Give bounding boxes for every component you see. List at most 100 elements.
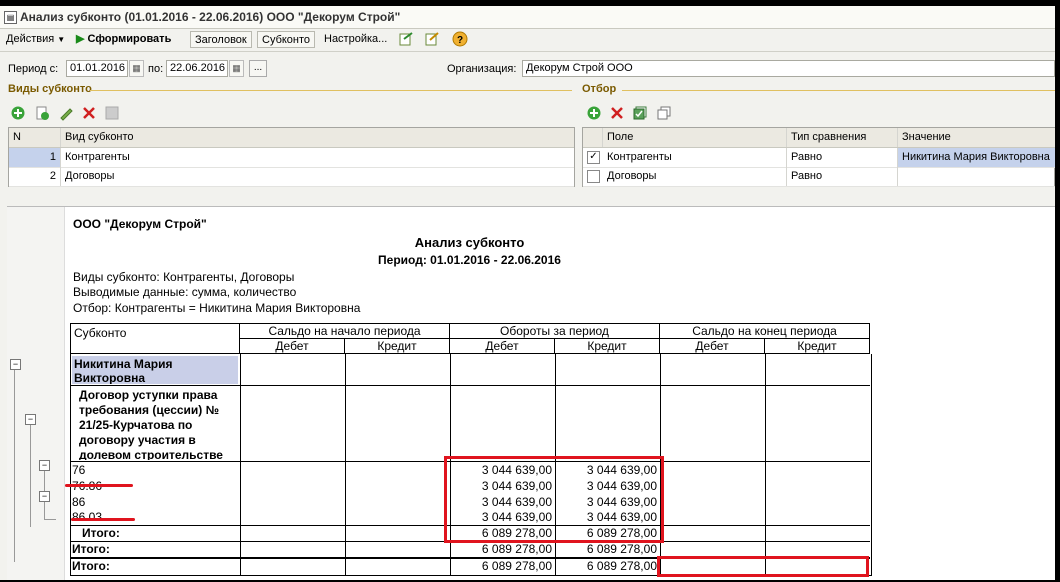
column-header-compare[interactable]: Тип сравнения — [787, 128, 898, 147]
table-row[interactable]: 1 Контрагенты — [9, 148, 574, 168]
period-to-label: по: — [148, 63, 164, 75]
header-credit: Кредит — [555, 339, 660, 354]
subconto-types-title: Виды субконто — [8, 83, 92, 95]
calendar-icon[interactable]: ▦ — [229, 60, 244, 77]
help-label: ? — [457, 35, 463, 46]
dropdown-arrow-icon: ▼ — [57, 35, 66, 44]
header-subconto: Субконто — [70, 323, 240, 354]
period-select-button[interactable]: ... — [249, 60, 267, 77]
organization-label: Организация: — [447, 63, 517, 75]
copy-icon[interactable] — [34, 105, 50, 121]
total-turnover-credit[interactable]: 6 089 278,00 — [555, 542, 660, 557]
add-icon[interactable] — [10, 105, 26, 121]
table-row[interactable]: ✓ Контрагенты Равно Никитина Мария Викто… — [583, 148, 1055, 168]
grand-total-turnover-debit[interactable]: 6 089 278,00 — [450, 559, 555, 574]
group-line — [30, 417, 31, 527]
edit-icon[interactable] — [58, 105, 74, 121]
grand-total-label: Итого: — [72, 559, 110, 573]
subconto-button[interactable]: Субконто — [257, 31, 316, 48]
header-opening-balance: Сальдо на начало периода — [240, 323, 450, 339]
generate-button[interactable]: ▶ Сформировать — [72, 31, 175, 48]
row-checkbox[interactable] — [587, 170, 600, 183]
group-line — [44, 519, 56, 520]
disabled-action-icon — [104, 105, 120, 121]
report-window: ▤ Анализ субконто (01.01.2016 - 22.06.20… — [0, 6, 1055, 580]
highlight-box-turnover — [444, 456, 664, 543]
table-header: Поле Тип сравнения Значение — [583, 128, 1055, 148]
row-number: 2 — [9, 167, 61, 186]
row-field: Контрагенты — [603, 148, 787, 167]
window-title: Анализ субконто (01.01.2016 - 22.06.2016… — [20, 10, 401, 24]
counterparty-cell[interactable]: Никитина Мария Викторовна — [72, 356, 238, 384]
row-subconto-name: Контрагенты — [61, 148, 574, 167]
selection-table: Поле Тип сравнения Значение ✓ Контрагент… — [582, 127, 1055, 187]
header-credit: Кредит — [345, 339, 450, 354]
grand-total-turnover-credit[interactable]: 6 089 278,00 — [555, 559, 660, 574]
row-compare: Равно — [787, 148, 898, 167]
organization-field[interactable]: Декорум Строй ООО — [522, 60, 1055, 77]
total-label: Итого: — [82, 526, 120, 540]
underline-annotation — [65, 484, 133, 487]
add-icon[interactable] — [586, 105, 602, 121]
report-info-filter: Отбор: Контрагенты = Никитина Мария Викт… — [73, 301, 361, 315]
actions-menu[interactable]: Действия ▼ — [2, 31, 69, 48]
account-cell[interactable]: 86 — [72, 495, 232, 510]
header-debit: Дебет — [660, 339, 765, 354]
collapse-icon[interactable]: − — [39, 460, 50, 471]
account-cell[interactable]: 76 — [72, 463, 232, 478]
row-subconto-name: Договоры — [65, 170, 115, 182]
collapse-icon[interactable]: − — [10, 359, 21, 370]
check-all-icon[interactable] — [632, 105, 648, 121]
column-header-type[interactable]: Вид субконто — [61, 128, 574, 147]
section-divider — [622, 90, 1055, 91]
table-header: N Вид субконто — [9, 128, 574, 148]
command-bar: Действия ▼ ▶ Сформировать Заголовок Субк… — [0, 29, 1055, 52]
delete-icon[interactable] — [609, 105, 625, 121]
table-row[interactable]: 2 Договоры — [9, 167, 574, 187]
save-settings-icon[interactable] — [424, 31, 440, 47]
row-value[interactable]: Никитина Мария Викторовна — [898, 148, 1055, 167]
underline-annotation — [71, 518, 135, 521]
report-period: Период: 01.01.2016 - 22.06.2016 — [378, 253, 561, 267]
selection-title: Отбор — [582, 83, 617, 95]
help-icon[interactable]: ? — [452, 31, 468, 47]
report-info-data: Выводимые данные: сумма, количество — [73, 285, 297, 299]
header-button[interactable]: Заголовок — [190, 31, 252, 48]
collapse-icon[interactable]: − — [39, 491, 50, 502]
generate-label: Сформировать — [87, 33, 172, 45]
calendar-icon[interactable]: ▦ — [129, 60, 144, 77]
report-icon: ▤ — [4, 11, 17, 24]
report-info-types: Виды субконто: Контрагенты, Договоры — [73, 270, 295, 284]
table-row[interactable]: Договоры Равно — [583, 167, 1055, 187]
total-turnover-debit[interactable]: 6 089 278,00 — [450, 542, 555, 557]
uncheck-all-icon[interactable] — [656, 105, 672, 121]
period-from-label: Период с: — [8, 63, 59, 75]
header-debit: Дебет — [450, 339, 555, 354]
row-compare: Равно — [787, 167, 898, 186]
period-to-field[interactable]: 22.06.2016 — [166, 60, 228, 77]
collapse-icon[interactable]: − — [25, 414, 36, 425]
highlight-box-closing-balance — [657, 556, 869, 577]
grouping-gutter: − − − − — [7, 207, 65, 580]
subconto-types-table: N Вид субконто 1 Контрагенты 2 Договоры — [8, 127, 575, 187]
header-credit: Кредит — [765, 339, 870, 354]
load-settings-icon[interactable] — [398, 31, 414, 47]
report-organization: ООО "Декорум Строй" — [73, 217, 207, 231]
report-spreadsheet[interactable]: − − − − ООО "Декорум Строй" Анализ субко… — [7, 206, 1055, 580]
column-header-n[interactable]: N — [9, 128, 61, 147]
column-header-value[interactable]: Значение — [898, 128, 1055, 147]
contract-cell[interactable]: Договор уступки права требования (цессии… — [79, 388, 239, 460]
period-from-field[interactable]: 01.01.2016 — [66, 60, 128, 77]
report-title: Анализ субконто — [414, 235, 525, 250]
section-divider — [90, 90, 572, 91]
row-value[interactable] — [898, 167, 1055, 186]
header-debit: Дебет — [240, 339, 345, 354]
group-line — [14, 362, 15, 562]
delete-icon[interactable] — [81, 105, 97, 121]
settings-button[interactable]: Настройка... — [320, 31, 391, 48]
row-field: Договоры — [603, 167, 787, 186]
column-header-field[interactable]: Поле — [603, 128, 787, 147]
row-checkbox[interactable]: ✓ — [587, 151, 600, 164]
column-header-check — [583, 128, 603, 147]
row-number: 1 — [9, 148, 61, 167]
